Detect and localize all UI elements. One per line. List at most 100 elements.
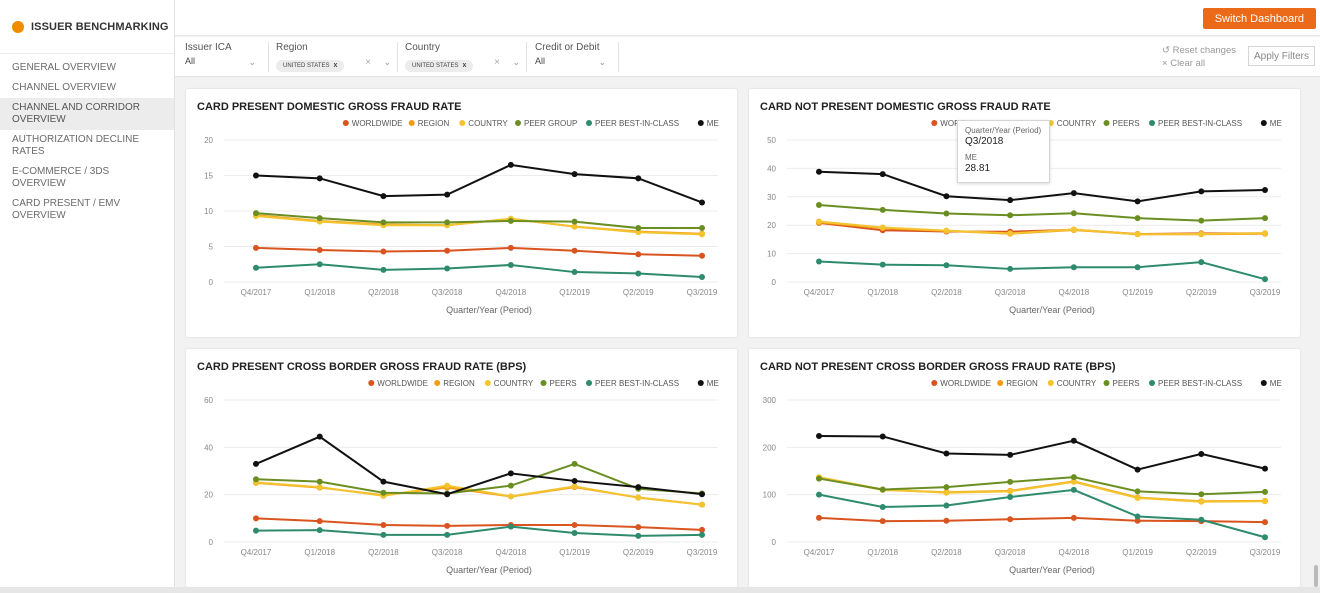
data-point: [635, 270, 642, 277]
filter-region[interactable]: Region UNITED STATES x × ⌄: [276, 42, 398, 72]
data-point: [1070, 486, 1077, 493]
y-tick-label: 15: [204, 172, 213, 181]
data-point: [444, 247, 451, 254]
data-point: [879, 503, 886, 510]
sidebar-item-channel-and-corridor-overview[interactable]: CHANNEL AND CORRIDOR OVERVIEW: [0, 98, 174, 130]
legend-label: PEER BEST-IN-CLASS: [1158, 119, 1242, 128]
region-chip[interactable]: UNITED STATES x: [276, 60, 345, 72]
data-point: [316, 518, 323, 525]
data-point: [816, 432, 822, 439]
switch-dashboard-button[interactable]: Switch Dashboard: [1202, 8, 1316, 29]
legend-label: COUNTRY: [468, 119, 508, 128]
filter-country[interactable]: Country UNITED STATES x × ⌄: [405, 42, 527, 72]
x-tick-label: Q4/2017: [804, 288, 835, 297]
data-point: [571, 218, 578, 225]
y-tick-label: 10: [767, 250, 776, 259]
data-point: [253, 460, 259, 467]
data-point: [253, 244, 259, 251]
chevron-down-icon[interactable]: ⌄: [383, 57, 391, 68]
data-point: [507, 161, 514, 168]
legend-marker: [1103, 120, 1110, 126]
data-point: [444, 265, 451, 272]
x-tick-label: Q2/2018: [368, 548, 399, 557]
legend-label: PEER BEST-IN-CLASS: [1158, 379, 1242, 388]
data-point: [253, 172, 259, 179]
chevron-down-icon[interactable]: ⌄: [598, 57, 606, 68]
chart-cp-domestic: 0 5 10 15 20 Q4/2017 Q1/2018 Q2/2018 Q3/2018 Q4/2…: [204, 119, 719, 315]
data-point: [1198, 188, 1205, 195]
data-point: [1007, 478, 1014, 485]
data-point: [380, 521, 387, 528]
sidebar-item-card-present-emv-overview[interactable]: CARD PRESENT / EMV OVERVIEW: [0, 194, 174, 226]
legend-marker: [1103, 380, 1110, 386]
sidebar-item-general-overview[interactable]: GENERAL OVERVIEW: [0, 58, 174, 78]
legend-label: PEER GROUP: [524, 119, 577, 128]
data-point: [635, 524, 642, 531]
y-tick-label: 0: [772, 278, 777, 287]
data-point: [879, 224, 886, 231]
legend-marker: [931, 380, 938, 386]
y-tick-label: 20: [204, 136, 213, 145]
data-point: [571, 247, 578, 254]
country-chip-label: UNITED STATES: [412, 63, 459, 69]
filter-issuer-ica[interactable]: Issuer ICA All ⌄: [185, 42, 269, 72]
x-tick-label: Q3/2018: [995, 288, 1026, 297]
sidebar-item-authorization-decline-rates[interactable]: AUTHORIZATION DECLINE RATES: [0, 130, 174, 162]
horizontal-scrollbar[interactable]: [0, 587, 1320, 593]
legend-marker: [484, 380, 491, 386]
data-point: [316, 433, 323, 440]
y-tick-label: 300: [763, 396, 777, 405]
data-point: [699, 225, 705, 232]
data-point: [699, 231, 705, 238]
data-point: [699, 199, 705, 206]
x-tick-label: Q3/2019: [1250, 548, 1281, 557]
data-point: [879, 433, 886, 440]
chip-remove-icon[interactable]: x: [333, 62, 337, 69]
clear-all-link[interactable]: × Clear all: [1162, 57, 1236, 70]
legend-marker: [1260, 380, 1267, 386]
data-point: [253, 527, 259, 534]
data-point: [1070, 264, 1077, 271]
filter-issuer-ica-label: Issuer ICA: [185, 42, 232, 53]
country-chip[interactable]: UNITED STATES x: [405, 60, 474, 72]
data-point: [507, 217, 514, 224]
data-point: [444, 522, 451, 529]
clear-country-icon[interactable]: ×: [494, 57, 500, 68]
data-point: [699, 274, 705, 281]
data-point: [943, 210, 950, 217]
data-point: [507, 470, 514, 477]
data-point: [879, 206, 886, 213]
sidebar-item-ecommerce-3ds-overview[interactable]: E-COMMERCE / 3DS OVERVIEW: [0, 162, 174, 194]
y-tick-label: 40: [204, 443, 213, 452]
legend-label: PEERS: [1113, 119, 1140, 128]
series-line: [255, 435, 703, 496]
data-point: [316, 215, 323, 222]
data-point: [816, 491, 822, 498]
legend-marker: [997, 380, 1004, 386]
apply-filters-button[interactable]: Apply Filters: [1247, 46, 1315, 66]
chip-remove-icon[interactable]: x: [462, 62, 466, 69]
y-tick-label: 100: [763, 491, 777, 500]
chevron-down-icon[interactable]: ⌄: [248, 57, 256, 68]
reset-changes-link[interactable]: ↺ Reset changes: [1162, 44, 1236, 57]
legend-label: PEER BEST-IN-CLASS: [595, 119, 679, 128]
data-point: [253, 210, 259, 217]
chevron-down-icon[interactable]: ⌄: [512, 57, 520, 68]
scrollbar-handle[interactable]: [1314, 565, 1318, 587]
data-point: [1007, 230, 1014, 237]
x-axis-title: Quarter/Year (Period): [1009, 565, 1095, 575]
data-point: [1007, 212, 1014, 219]
data-point: [571, 483, 578, 490]
sidebar-item-channel-overview[interactable]: CHANNEL OVERVIEW: [0, 78, 174, 98]
y-tick-label: 50: [767, 136, 776, 145]
clear-region-icon[interactable]: ×: [365, 57, 371, 68]
series-line: [255, 525, 703, 537]
data-point: [635, 175, 642, 182]
data-point: [635, 225, 642, 232]
legend-marker: [1149, 380, 1155, 386]
filter-credit-debit[interactable]: Credit or Debit All ⌄: [535, 42, 619, 72]
data-point: [1262, 519, 1268, 526]
brand-label: ISSUER BENCHMARKING: [31, 20, 169, 33]
series-line: [818, 434, 1266, 471]
legend-marker: [697, 380, 704, 386]
